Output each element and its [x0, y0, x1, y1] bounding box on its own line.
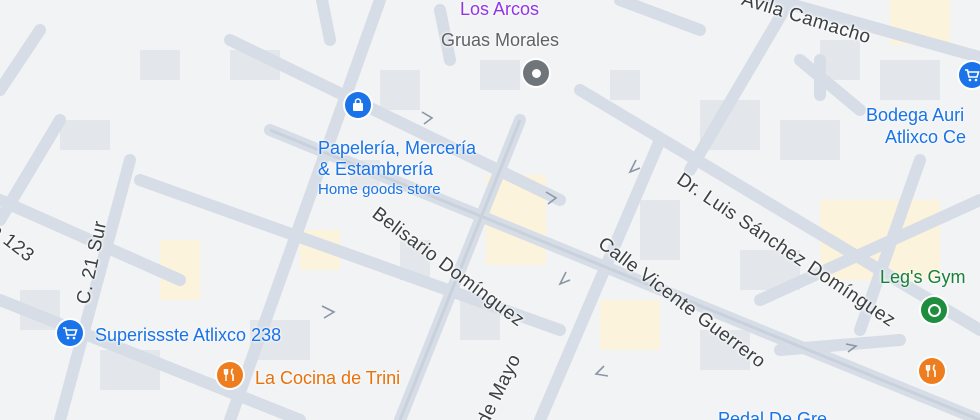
pin-dot	[531, 68, 541, 78]
place-label-legs-gym[interactable]: Leg's Gym	[880, 268, 965, 286]
gym-icon[interactable]	[921, 297, 947, 323]
place-label-bodega-2[interactable]: Atlixco Ce	[885, 128, 966, 146]
shopping-bag-icon[interactable]	[345, 92, 371, 118]
map-base-layer	[0, 0, 980, 420]
pin-icon[interactable]	[523, 60, 549, 86]
place-label-papeleria-2[interactable]: & Estambrería	[318, 160, 433, 178]
restaurant-icon[interactable]	[919, 358, 945, 384]
cart-glyph	[63, 327, 78, 340]
restaurant-icon[interactable]	[217, 362, 243, 388]
place-label-papeleria-1[interactable]: Papelería, Mercería	[318, 139, 476, 157]
map-canvas[interactable]: Avila Camacho Dr. Luis Sánchez Domínguez…	[0, 0, 980, 420]
shopping-bag-glyph	[353, 98, 363, 111]
place-category-papeleria: Home goods store	[318, 181, 441, 198]
shopping-cart-icon[interactable]	[959, 62, 980, 88]
place-label-gruas-morales[interactable]: Gruas Morales	[441, 31, 559, 49]
place-label-bodega-1[interactable]: Bodega Auri	[866, 106, 964, 124]
cart-glyph	[965, 69, 980, 82]
place-label-los-arcos[interactable]: Los Arcos	[460, 0, 539, 18]
place-label-bottom-partial[interactable]: Pedal De Gre	[718, 410, 827, 420]
place-label-superissste[interactable]: Superissste Atlixco 238	[95, 326, 281, 344]
gym-glyph	[927, 303, 941, 317]
place-label-la-cocina-de-trini[interactable]: La Cocina de Trini	[255, 369, 400, 387]
shopping-cart-icon[interactable]	[57, 320, 83, 346]
fork-knife-glyph	[925, 364, 936, 377]
fork-knife-glyph	[223, 368, 234, 381]
